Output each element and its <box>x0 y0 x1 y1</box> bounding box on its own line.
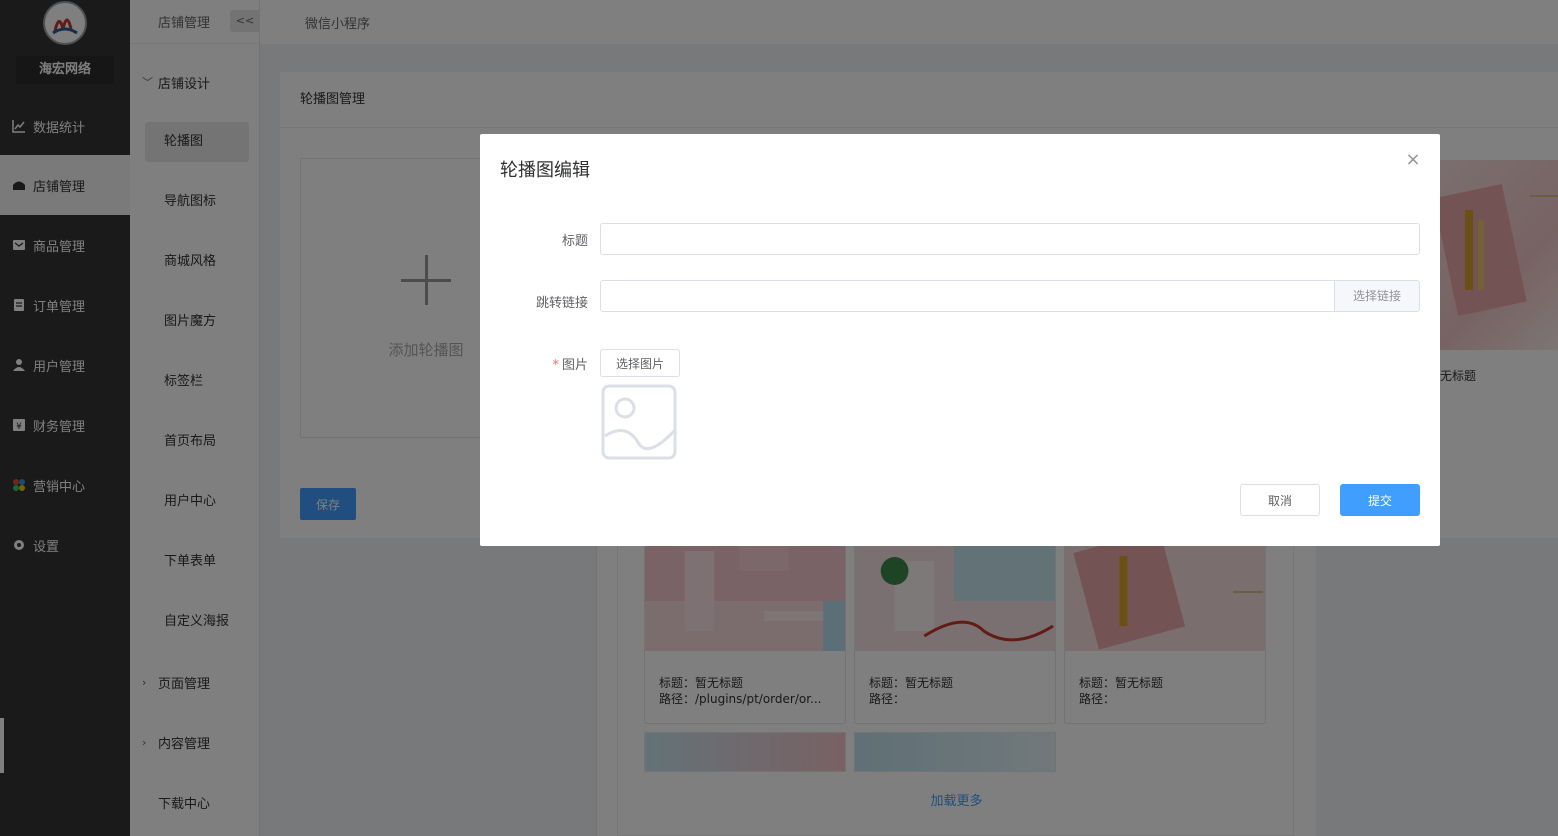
select-link-button[interactable]: 选择链接 <box>1334 280 1420 312</box>
dialog-title: 轮播图编辑 <box>500 160 590 181</box>
banner-edit-dialog: 轮播图编辑 × 标题 跳转链接 选择链接 * 图片 选择图片 取消 提交 <box>480 134 1440 546</box>
submit-button[interactable]: 提交 <box>1340 484 1420 516</box>
title-field-label: 标题 <box>561 234 588 249</box>
image-placeholder-icon <box>601 384 677 460</box>
image-label-text: 图片 <box>561 358 588 373</box>
required-mark: * <box>552 358 559 373</box>
link-field-label: 跳转链接 <box>535 296 588 311</box>
close-icon[interactable]: × <box>1405 151 1421 169</box>
title-input[interactable] <box>600 223 1420 255</box>
cancel-button[interactable]: 取消 <box>1240 484 1320 516</box>
select-image-button[interactable]: 选择图片 <box>600 349 680 377</box>
image-field-label: * 图片 <box>500 354 588 373</box>
link-input[interactable] <box>600 280 1336 312</box>
